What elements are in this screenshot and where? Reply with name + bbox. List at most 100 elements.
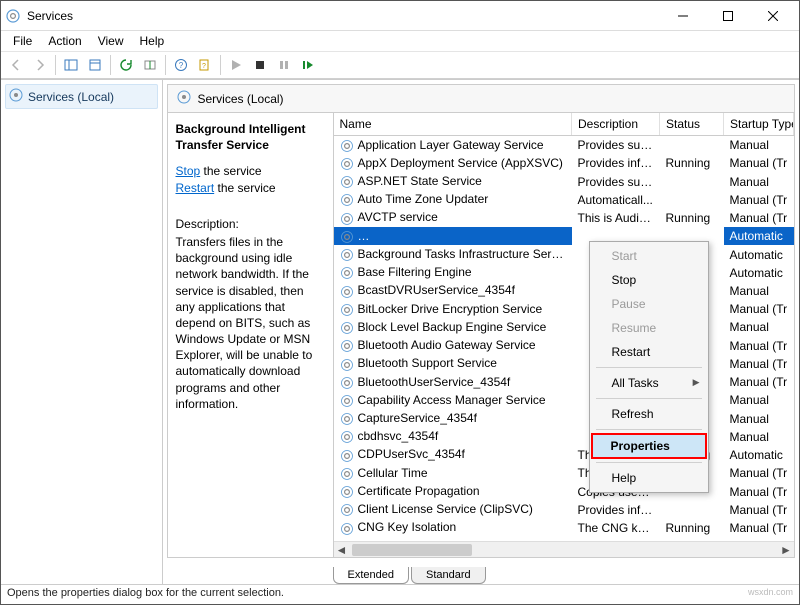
service-row[interactable]: Capability Access Manager ServiceManual <box>334 391 794 409</box>
nav-back-button[interactable] <box>5 54 27 76</box>
service-name: AppX Deployment Service (AppXSVC) <box>358 156 563 170</box>
service-startup: Automatic <box>724 264 794 282</box>
col-status[interactable]: Status <box>660 113 724 136</box>
ctx-all-tasks[interactable]: All Tasks▶ <box>592 371 706 395</box>
tab-extended[interactable]: Extended <box>333 567 409 584</box>
gear-icon <box>340 375 354 390</box>
service-row[interactable]: CaptureService_4354fManual <box>334 410 794 428</box>
service-row[interactable]: Certificate PropagationCopies user ...Ma… <box>334 482 794 500</box>
scroll-left-icon[interactable]: ◄ <box>334 542 350 558</box>
service-startup: Manual <box>724 172 794 190</box>
service-name: Cellular Time <box>358 466 428 480</box>
col-startup[interactable]: Startup Type <box>724 113 794 136</box>
service-row[interactable]: AVCTP serviceThis is Audio...RunningManu… <box>334 209 794 227</box>
service-name: Certificate Propagation <box>358 484 480 498</box>
service-row[interactable]: BcastDVRUserService_4354fManual <box>334 282 794 300</box>
service-row[interactable]: CDPUserSvc_4354fThis user ser...RunningA… <box>334 446 794 464</box>
service-row[interactable]: BitLocker Drive Encryption ServiceManual… <box>334 300 794 318</box>
tree-root-label: Services (Local) <box>28 90 114 104</box>
context-menu: StartStopPauseResumeRestartAll Tasks▶Ref… <box>589 241 709 493</box>
services-app-icon <box>5 8 21 24</box>
service-row[interactable]: Background Intelligent Transfer ServiceA… <box>334 227 794 245</box>
service-row[interactable]: BluetoothUserService_4354fManual (Tr <box>334 373 794 391</box>
minimize-button[interactable] <box>660 1 705 30</box>
pane-header: Services (Local) <box>168 85 795 113</box>
view-tabs: Extended Standard <box>163 562 800 584</box>
service-row[interactable]: Bluetooth Support ServiceManual (Tr <box>334 355 794 373</box>
service-startup: Manual <box>724 136 794 155</box>
gear-icon <box>340 484 354 499</box>
nav-forward-button[interactable] <box>29 54 51 76</box>
service-row[interactable]: Block Level Backup Engine ServiceManual <box>334 318 794 336</box>
submenu-arrow-icon: ▶ <box>693 377 700 388</box>
gear-icon <box>340 320 354 335</box>
description-text: Transfers files in the background using … <box>176 234 323 412</box>
gear-icon <box>340 193 354 208</box>
service-name: Background Intelligent Transfer Service <box>359 229 568 243</box>
stop-service-button[interactable] <box>249 54 271 76</box>
ctx-pause: Pause <box>592 292 706 316</box>
stop-link-suffix: the service <box>200 164 261 178</box>
menu-help[interactable]: Help <box>132 32 173 50</box>
tree-root-item[interactable]: Services (Local) <box>5 84 158 109</box>
ctx-help[interactable]: Help <box>592 466 706 490</box>
service-row[interactable]: Client License Service (ClipSVC)Provides… <box>334 501 794 519</box>
service-startup: Manual (Tr <box>724 154 794 172</box>
menu-separator <box>596 429 702 430</box>
menu-view[interactable]: View <box>90 32 132 50</box>
scroll-right-icon[interactable]: ► <box>778 542 794 558</box>
service-detail-pane: Background Intelligent Transfer Service … <box>168 113 334 557</box>
help-topics-button[interactable]: ? <box>194 54 216 76</box>
service-row[interactable]: CNG Key IsolationThe CNG ke...RunningMan… <box>334 519 794 537</box>
ctx-stop[interactable]: Stop <box>592 268 706 292</box>
col-description[interactable]: Description <box>572 113 660 136</box>
gear-icon <box>340 247 354 262</box>
service-row[interactable]: Auto Time Zone UpdaterAutomaticall...Man… <box>334 191 794 209</box>
ctx-restart[interactable]: Restart <box>592 340 706 364</box>
properties-button[interactable] <box>84 54 106 76</box>
gear-icon <box>340 302 354 317</box>
horizontal-scrollbar[interactable]: ◄ ► <box>334 541 795 557</box>
refresh-button[interactable] <box>115 54 137 76</box>
ctx-refresh[interactable]: Refresh <box>592 402 706 426</box>
show-hide-tree-button[interactable] <box>60 54 82 76</box>
col-name[interactable]: Name <box>334 113 572 136</box>
gear-icon <box>340 338 354 353</box>
ctx-properties[interactable]: Properties <box>591 433 707 459</box>
gear-icon <box>340 156 354 171</box>
service-row[interactable]: cbdhsvc_4354fManual <box>334 428 794 446</box>
service-row[interactable]: Bluetooth Audio Gateway ServiceManual (T… <box>334 337 794 355</box>
service-row[interactable]: ASP.NET State ServiceProvides sup...Manu… <box>334 172 794 190</box>
service-row[interactable]: Background Tasks Infrastructure ServiceA… <box>334 245 794 263</box>
window-title: Services <box>27 9 660 23</box>
service-row[interactable]: Base Filtering EngineAutomatic <box>334 264 794 282</box>
maximize-button[interactable] <box>705 1 750 30</box>
gear-icon <box>340 411 354 426</box>
close-button[interactable] <box>750 1 795 30</box>
menu-action[interactable]: Action <box>40 32 89 50</box>
menu-file[interactable]: File <box>5 32 40 50</box>
gear-icon <box>340 174 354 189</box>
services-list[interactable]: Name Description Status Startup Type App… <box>334 113 795 557</box>
stop-link[interactable]: Stop <box>176 164 201 178</box>
restart-service-button[interactable] <box>297 54 319 76</box>
service-row[interactable]: Application Layer Gateway ServiceProvide… <box>334 136 794 155</box>
start-service-button[interactable] <box>225 54 247 76</box>
service-row[interactable]: AppX Deployment Service (AppXSVC)Provide… <box>334 154 794 172</box>
export-button[interactable] <box>139 54 161 76</box>
titlebar: Services <box>1 1 799 31</box>
service-startup: Manual (Tr <box>724 373 794 391</box>
scroll-thumb[interactable] <box>352 544 472 556</box>
restart-link[interactable]: Restart <box>176 181 215 195</box>
service-startup: Manual <box>724 410 794 428</box>
content-area: Services (Local) Background Intelligent … <box>163 80 800 584</box>
service-row[interactable]: Cellular TimeThis service ...Manual (Tr <box>334 464 794 482</box>
gear-icon <box>340 211 354 226</box>
pause-service-button[interactable] <box>273 54 295 76</box>
tab-standard[interactable]: Standard <box>411 567 486 584</box>
service-startup: Manual <box>724 318 794 336</box>
help-button[interactable]: ? <box>170 54 192 76</box>
service-startup: Automatic <box>724 446 794 464</box>
svg-text:?: ? <box>202 63 206 70</box>
pane-header-text: Services (Local) <box>198 92 284 106</box>
